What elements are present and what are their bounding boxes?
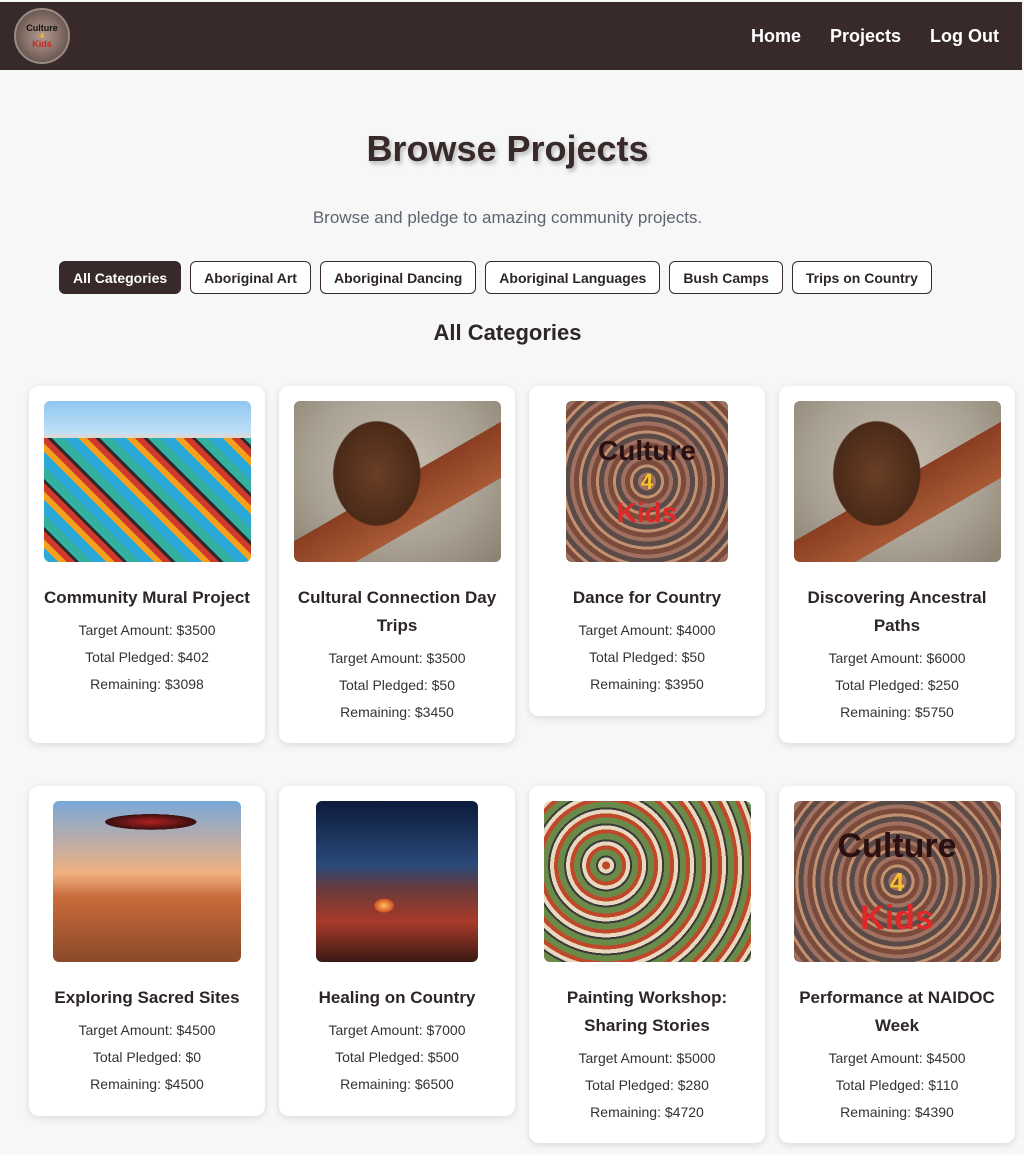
page-title: Browse Projects bbox=[366, 128, 649, 169]
nav-link-projects[interactable]: Projects bbox=[830, 26, 901, 47]
page-subtitle: Browse and pledge to amazing community p… bbox=[312, 208, 703, 227]
mural-wall-image bbox=[43, 401, 251, 562]
image-text-4: 4 bbox=[889, 866, 905, 897]
image-text-culture: Culture bbox=[598, 434, 696, 466]
section-title: All Categories bbox=[433, 320, 582, 345]
project-remaining: Remaining: $4500 bbox=[90, 1076, 204, 1092]
filter-aboriginal-dancing[interactable]: Aboriginal Dancing bbox=[319, 261, 477, 294]
category-filter-bar: All Categories Aboriginal Art Aboriginal… bbox=[59, 261, 932, 294]
project-card[interactable]: Culture 4 Kids Performance at NAIDOC Wee… bbox=[779, 786, 1015, 1143]
filter-trips-on-country[interactable]: Trips on Country bbox=[791, 261, 932, 294]
project-card[interactable]: Cultural Connection Day Trips Target Amo… bbox=[279, 386, 515, 743]
project-title[interactable]: Community Mural Project bbox=[43, 584, 251, 612]
project-card[interactable]: Culture 4 Kids Dance for Country Target … bbox=[529, 386, 765, 716]
nav-links: Home Projects Log Out bbox=[751, 26, 999, 47]
project-title[interactable]: Painting Workshop: Sharing Stories bbox=[543, 984, 751, 1040]
project-remaining: Remaining: $4390 bbox=[840, 1104, 954, 1120]
project-total-pledged: Total Pledged: $500 bbox=[335, 1049, 459, 1065]
image-text-kids: Kids bbox=[616, 496, 678, 528]
top-navbar: Culture 4 Kids Home Projects Log Out bbox=[0, 2, 1022, 70]
project-remaining: Remaining: $6500 bbox=[340, 1076, 454, 1092]
boomerang-children-image bbox=[53, 801, 241, 962]
project-title[interactable]: Exploring Sacred Sites bbox=[43, 984, 251, 1012]
project-total-pledged: Total Pledged: $280 bbox=[585, 1077, 709, 1093]
project-total-pledged: Total Pledged: $110 bbox=[835, 1077, 959, 1093]
project-target-amount: Target Amount: $4500 bbox=[78, 1022, 216, 1038]
project-card[interactable]: Discovering Ancestral Paths Target Amoun… bbox=[779, 386, 1015, 743]
filter-aboriginal-art[interactable]: Aboriginal Art bbox=[190, 261, 311, 294]
filter-all-categories[interactable]: All Categories bbox=[59, 261, 182, 294]
image-text-4: 4 bbox=[640, 468, 654, 494]
culture-4-kids-logo[interactable]: Culture 4 Kids bbox=[14, 8, 70, 64]
project-target-amount: Target Amount: $6000 bbox=[828, 650, 966, 666]
logo-text-kids: Kids bbox=[32, 38, 52, 49]
project-title[interactable]: Dance for Country bbox=[543, 584, 751, 612]
didgeridoo-player-image bbox=[293, 401, 501, 562]
project-total-pledged: Total Pledged: $50 bbox=[339, 677, 455, 693]
filter-bush-camps[interactable]: Bush Camps bbox=[669, 261, 783, 294]
project-target-amount: Target Amount: $5000 bbox=[578, 1050, 716, 1066]
project-title[interactable]: Healing on Country bbox=[293, 984, 501, 1012]
project-target-amount: Target Amount: $3500 bbox=[78, 622, 216, 638]
project-title[interactable]: Discovering Ancestral Paths bbox=[793, 584, 1001, 640]
project-total-pledged: Total Pledged: $250 bbox=[835, 677, 959, 693]
project-target-amount: Target Amount: $7000 bbox=[328, 1022, 466, 1038]
project-total-pledged: Total Pledged: $50 bbox=[589, 649, 705, 665]
project-total-pledged: Total Pledged: $402 bbox=[85, 649, 209, 665]
project-card[interactable]: Community Mural Project Target Amount: $… bbox=[29, 386, 265, 743]
image-text-culture: Culture bbox=[837, 826, 957, 865]
project-remaining: Remaining: $3450 bbox=[340, 704, 454, 720]
didgeridoo-player-image bbox=[793, 401, 1001, 562]
project-target-amount: Target Amount: $4000 bbox=[578, 622, 716, 638]
night-camp-image bbox=[316, 801, 478, 962]
project-target-amount: Target Amount: $3500 bbox=[328, 650, 466, 666]
project-card[interactable]: Exploring Sacred Sites Target Amount: $4… bbox=[29, 786, 265, 1116]
project-target-amount: Target Amount: $4500 bbox=[828, 1050, 966, 1066]
logo-text-culture: Culture bbox=[26, 22, 58, 33]
nav-link-logout[interactable]: Log Out bbox=[930, 26, 999, 47]
culture-4-kids-logo-image: Culture 4 Kids bbox=[793, 801, 1001, 962]
project-remaining: Remaining: $5750 bbox=[840, 704, 954, 720]
project-remaining: Remaining: $3098 bbox=[90, 676, 204, 692]
project-total-pledged: Total Pledged: $0 bbox=[92, 1049, 202, 1065]
culture-4-kids-logo-image: Culture 4 Kids bbox=[566, 401, 728, 562]
image-text-kids: Kids bbox=[860, 898, 934, 937]
project-card[interactable]: Painting Workshop: Sharing Stories Targe… bbox=[529, 786, 765, 1143]
filter-aboriginal-languages[interactable]: Aboriginal Languages bbox=[485, 261, 661, 294]
project-card[interactable]: Healing on Country Target Amount: $7000 … bbox=[279, 786, 515, 1116]
painting-workshop-image bbox=[543, 801, 751, 962]
nav-link-home[interactable]: Home bbox=[751, 26, 801, 47]
project-remaining: Remaining: $3950 bbox=[590, 676, 704, 692]
project-remaining: Remaining: $4720 bbox=[590, 1104, 704, 1120]
project-title[interactable]: Performance at NAIDOC Week bbox=[793, 984, 1001, 1040]
project-title[interactable]: Cultural Connection Day Trips bbox=[293, 584, 501, 640]
